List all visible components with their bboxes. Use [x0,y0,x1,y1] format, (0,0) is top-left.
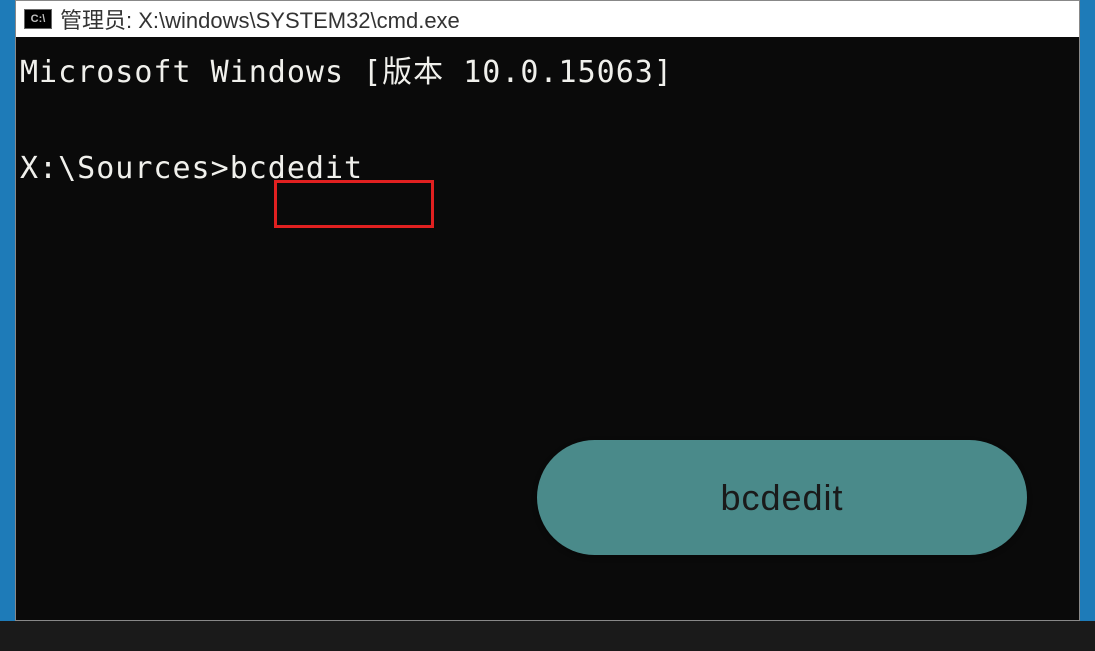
callout-label: bcdedit [720,469,843,527]
title-bar[interactable]: C:\ 管理员: X:\windows\SYSTEM32\cmd.exe [16,1,1079,37]
callout-bubble: bcdedit [537,440,1027,555]
highlight-annotation [274,180,434,228]
cmd-icon: C:\ [24,9,52,29]
version-line: Microsoft Windows [版本 10.0.15063] [16,49,1079,97]
cmd-window: C:\ 管理员: X:\windows\SYSTEM32\cmd.exe Mic… [15,0,1080,621]
prompt-text: X:\Sources> [20,151,230,186]
terminal-output[interactable]: Microsoft Windows [版本 10.0.15063] X:\Sou… [16,37,1079,620]
bottom-bar [0,621,1095,651]
prompt-line: X:\Sources>bcdedit [16,145,1079,193]
window-title: 管理员: X:\windows\SYSTEM32\cmd.exe [60,3,460,35]
